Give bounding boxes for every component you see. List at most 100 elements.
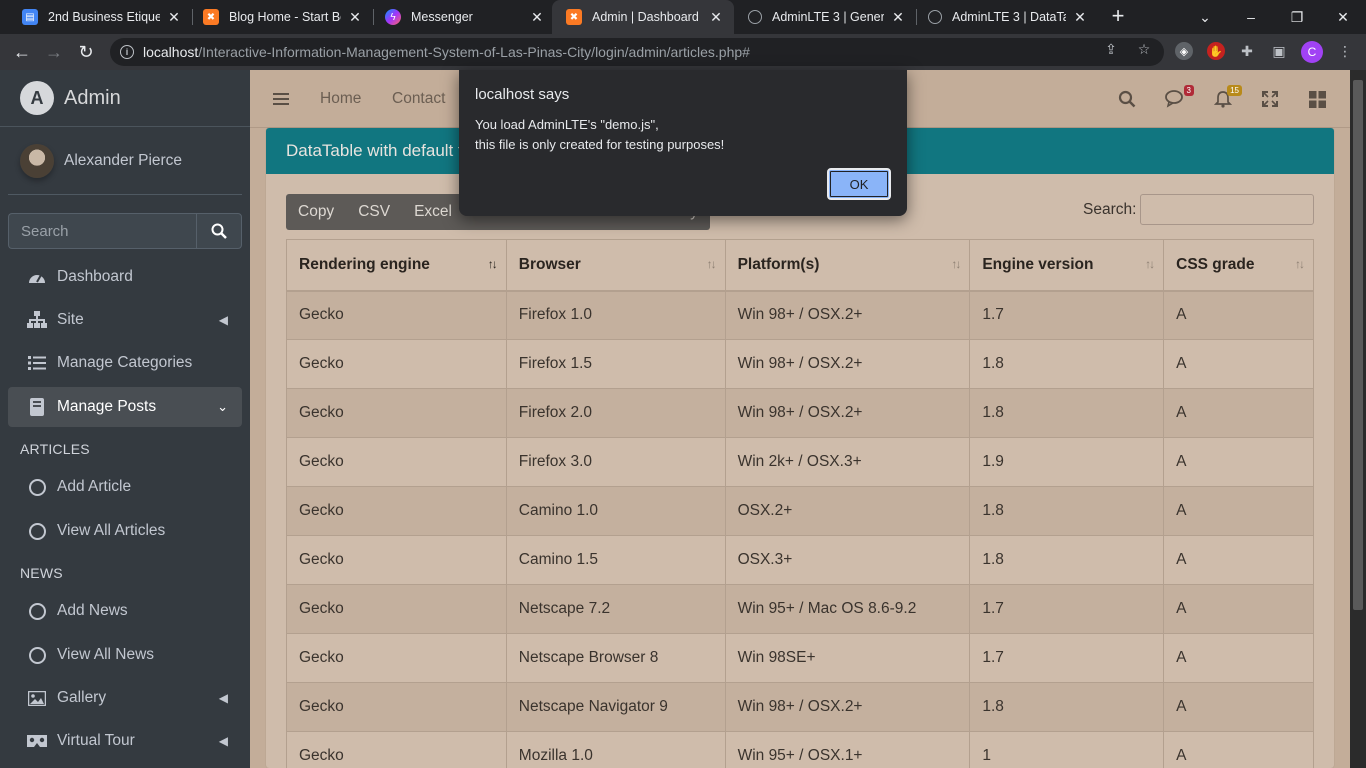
- table-cell: 1.7: [969, 633, 1165, 683]
- table-row[interactable]: Gecko Camino 1.0 OSX.2+ 1.8 A: [286, 486, 1314, 536]
- browser-tab[interactable]: ✖ Blog Home - Start Boo ✕: [189, 0, 373, 34]
- site-info-icon[interactable]: i: [120, 45, 134, 59]
- table-cell: Win 98SE+: [724, 633, 971, 683]
- browser-tab-bar: ▤ 2nd Business Etiquette ✕ ✖ Blog Home -…: [0, 0, 1366, 34]
- reload-icon[interactable]: ↻: [74, 40, 98, 64]
- column-header-browser[interactable]: Browser ↑↓: [505, 239, 726, 292]
- browser-tab-active[interactable]: ✖ Admin | Dashboard ✕: [552, 0, 734, 34]
- page-scrollbar[interactable]: [1350, 70, 1366, 768]
- messages-icon[interactable]: 3: [1164, 85, 1194, 109]
- table-cell: 1.8: [969, 388, 1165, 438]
- shield-extension-icon[interactable]: ◈: [1175, 42, 1193, 60]
- table-cell: A: [1163, 731, 1314, 768]
- control-sidebar-grid-icon[interactable]: [1306, 89, 1328, 109]
- table-row[interactable]: Gecko Mozilla 1.0 Win 95+ / OSX.1+ 1 A: [286, 731, 1314, 768]
- user-panel[interactable]: Alexander Pierce: [8, 127, 242, 195]
- column-header-css-grade[interactable]: CSS grade ↑↓: [1163, 239, 1314, 292]
- close-tab-icon[interactable]: ✕: [529, 9, 545, 26]
- sidebar-item-site[interactable]: Site ◀: [8, 300, 242, 340]
- tab-search-icon[interactable]: ⌄: [1182, 0, 1228, 34]
- table-row[interactable]: Gecko Firefox 1.0 Win 98+ / OSX.2+ 1.7 A: [286, 290, 1314, 340]
- table-row[interactable]: Gecko Firefox 3.0 Win 2k+ / OSX.3+ 1.9 A: [286, 437, 1314, 487]
- scrollbar-thumb[interactable]: [1353, 80, 1363, 610]
- sidebar-item-manage-categories[interactable]: Manage Categories: [8, 343, 242, 383]
- sidebar-item-manage-posts[interactable]: Manage Posts ⌄: [8, 387, 242, 427]
- column-header-platforms[interactable]: Platform(s) ↑↓: [724, 239, 971, 292]
- brand-logo: A: [20, 81, 54, 115]
- tab-label: Blog Home - Start Boo: [229, 10, 341, 24]
- hamburger-menu-icon[interactable]: [270, 89, 292, 109]
- table-row[interactable]: Gecko Netscape Browser 8 Win 98SE+ 1.7 A: [286, 633, 1314, 683]
- browser-tab[interactable]: AdminLTE 3 | DataTabl ✕: [914, 0, 1098, 34]
- close-window-icon[interactable]: ✕: [1320, 0, 1366, 34]
- address-bar[interactable]: i localhost/Interactive-Information-Mana…: [110, 38, 1164, 66]
- sidebar-search-input[interactable]: Search: [8, 213, 196, 249]
- messages-badge: 3: [1183, 85, 1194, 96]
- sidebar-item-add-article[interactable]: Add Article: [8, 467, 242, 507]
- copy-button[interactable]: Copy: [286, 194, 346, 230]
- minimize-icon[interactable]: –: [1228, 0, 1274, 34]
- profile-avatar[interactable]: C: [1301, 41, 1323, 63]
- new-tab-button[interactable]: +: [1106, 5, 1130, 29]
- extensions-puzzle-icon[interactable]: ✚: [1239, 43, 1255, 59]
- csv-button[interactable]: CSV: [346, 194, 402, 230]
- side-panel-icon[interactable]: ▣: [1271, 43, 1287, 59]
- globe-icon: [928, 10, 942, 24]
- adblock-extension-icon[interactable]: ✋: [1207, 42, 1225, 60]
- browser-tab[interactable]: ▤ 2nd Business Etiquette ✕: [8, 0, 192, 34]
- table-cell: Win 98+ / OSX.2+: [724, 682, 971, 732]
- table-cell: Netscape Browser 8: [505, 633, 726, 683]
- close-tab-icon[interactable]: ✕: [347, 9, 363, 26]
- globe-icon: [748, 10, 762, 24]
- browser-tab[interactable]: AdminLTE 3 | General ✕: [734, 0, 916, 34]
- table-cell: 1.7: [969, 290, 1165, 340]
- sidebar-search-button[interactable]: [196, 213, 242, 249]
- notifications-bell-icon[interactable]: 15: [1212, 85, 1242, 109]
- excel-button[interactable]: Excel: [402, 194, 464, 230]
- ok-button-label: OK: [849, 176, 869, 192]
- table-row[interactable]: Gecko Netscape 7.2 Win 95+ / Mac OS 8.6-9.…: [286, 584, 1314, 634]
- column-header-rendering-engine[interactable]: Rendering engine ↑↓: [286, 239, 507, 292]
- chevron-left-icon: ◀: [218, 691, 228, 705]
- restore-icon[interactable]: ❐: [1274, 0, 1320, 34]
- sidebar-item-view-all-articles[interactable]: View All Articles: [8, 511, 242, 551]
- table-row[interactable]: Gecko Camino 1.5 OSX.3+ 1.8 A: [286, 535, 1314, 585]
- table-cell: Win 98+ / OSX.2+: [724, 290, 971, 340]
- table-search-input[interactable]: [1140, 194, 1314, 225]
- table-row[interactable]: Gecko Firefox 1.5 Win 98+ / OSX.2+ 1.8 A: [286, 339, 1314, 389]
- sort-icon: ↑↓: [951, 257, 961, 271]
- table-cell: Camino 1.0: [505, 486, 726, 536]
- navbar-search-icon[interactable]: [1116, 89, 1138, 109]
- sidebar-item-gallery[interactable]: Gallery ◀: [8, 678, 242, 718]
- menu-kebab-icon[interactable]: ⋮: [1337, 43, 1353, 59]
- ok-button[interactable]: OK: [827, 168, 891, 200]
- column-header-engine-version[interactable]: Engine version ↑↓: [969, 239, 1165, 292]
- fullscreen-expand-icon[interactable]: [1259, 89, 1281, 109]
- back-icon[interactable]: ←: [10, 40, 34, 64]
- nav-link-home[interactable]: Home: [320, 90, 361, 108]
- sidebar-item-dashboard[interactable]: Dashboard: [8, 257, 242, 297]
- sidebar-item-virtual-tour[interactable]: Virtual Tour ◀: [8, 721, 242, 761]
- close-tab-icon[interactable]: ✕: [1072, 9, 1088, 26]
- sidebar-item-label: Virtual Tour: [57, 732, 135, 749]
- table-row[interactable]: Gecko Netscape Navigator 9 Win 98+ / OSX.2…: [286, 682, 1314, 732]
- table-cell: Firefox 2.0: [505, 388, 726, 438]
- forward-icon[interactable]: →: [42, 40, 66, 64]
- user-name[interactable]: Alexander Pierce: [64, 152, 182, 170]
- table-cell: Firefox 3.0: [505, 437, 726, 487]
- sidebar-item-label: Add Article: [57, 478, 132, 495]
- sidebar-item-view-all-news[interactable]: View All News: [8, 635, 242, 675]
- close-tab-icon[interactable]: ✕: [890, 9, 906, 26]
- close-tab-icon[interactable]: ✕: [166, 9, 182, 26]
- sort-ascending-icon: ↑↓: [487, 257, 498, 271]
- browser-tab[interactable]: ϟ Messenger ✕: [371, 0, 555, 34]
- dialog-title: localhost says: [475, 86, 570, 103]
- close-tab-icon[interactable]: ✕: [708, 9, 724, 26]
- table-row[interactable]: Gecko Firefox 2.0 Win 98+ / OSX.2+ 1.8 A: [286, 388, 1314, 438]
- brand-link[interactable]: A Admin: [0, 70, 250, 127]
- share-icon[interactable]: ⇪: [1103, 41, 1119, 57]
- bookmark-star-icon[interactable]: ☆: [1136, 41, 1152, 57]
- table-cell: 1.8: [969, 682, 1165, 732]
- sidebar-item-add-news[interactable]: Add News: [8, 591, 242, 631]
- nav-link-contact[interactable]: Contact: [392, 90, 445, 108]
